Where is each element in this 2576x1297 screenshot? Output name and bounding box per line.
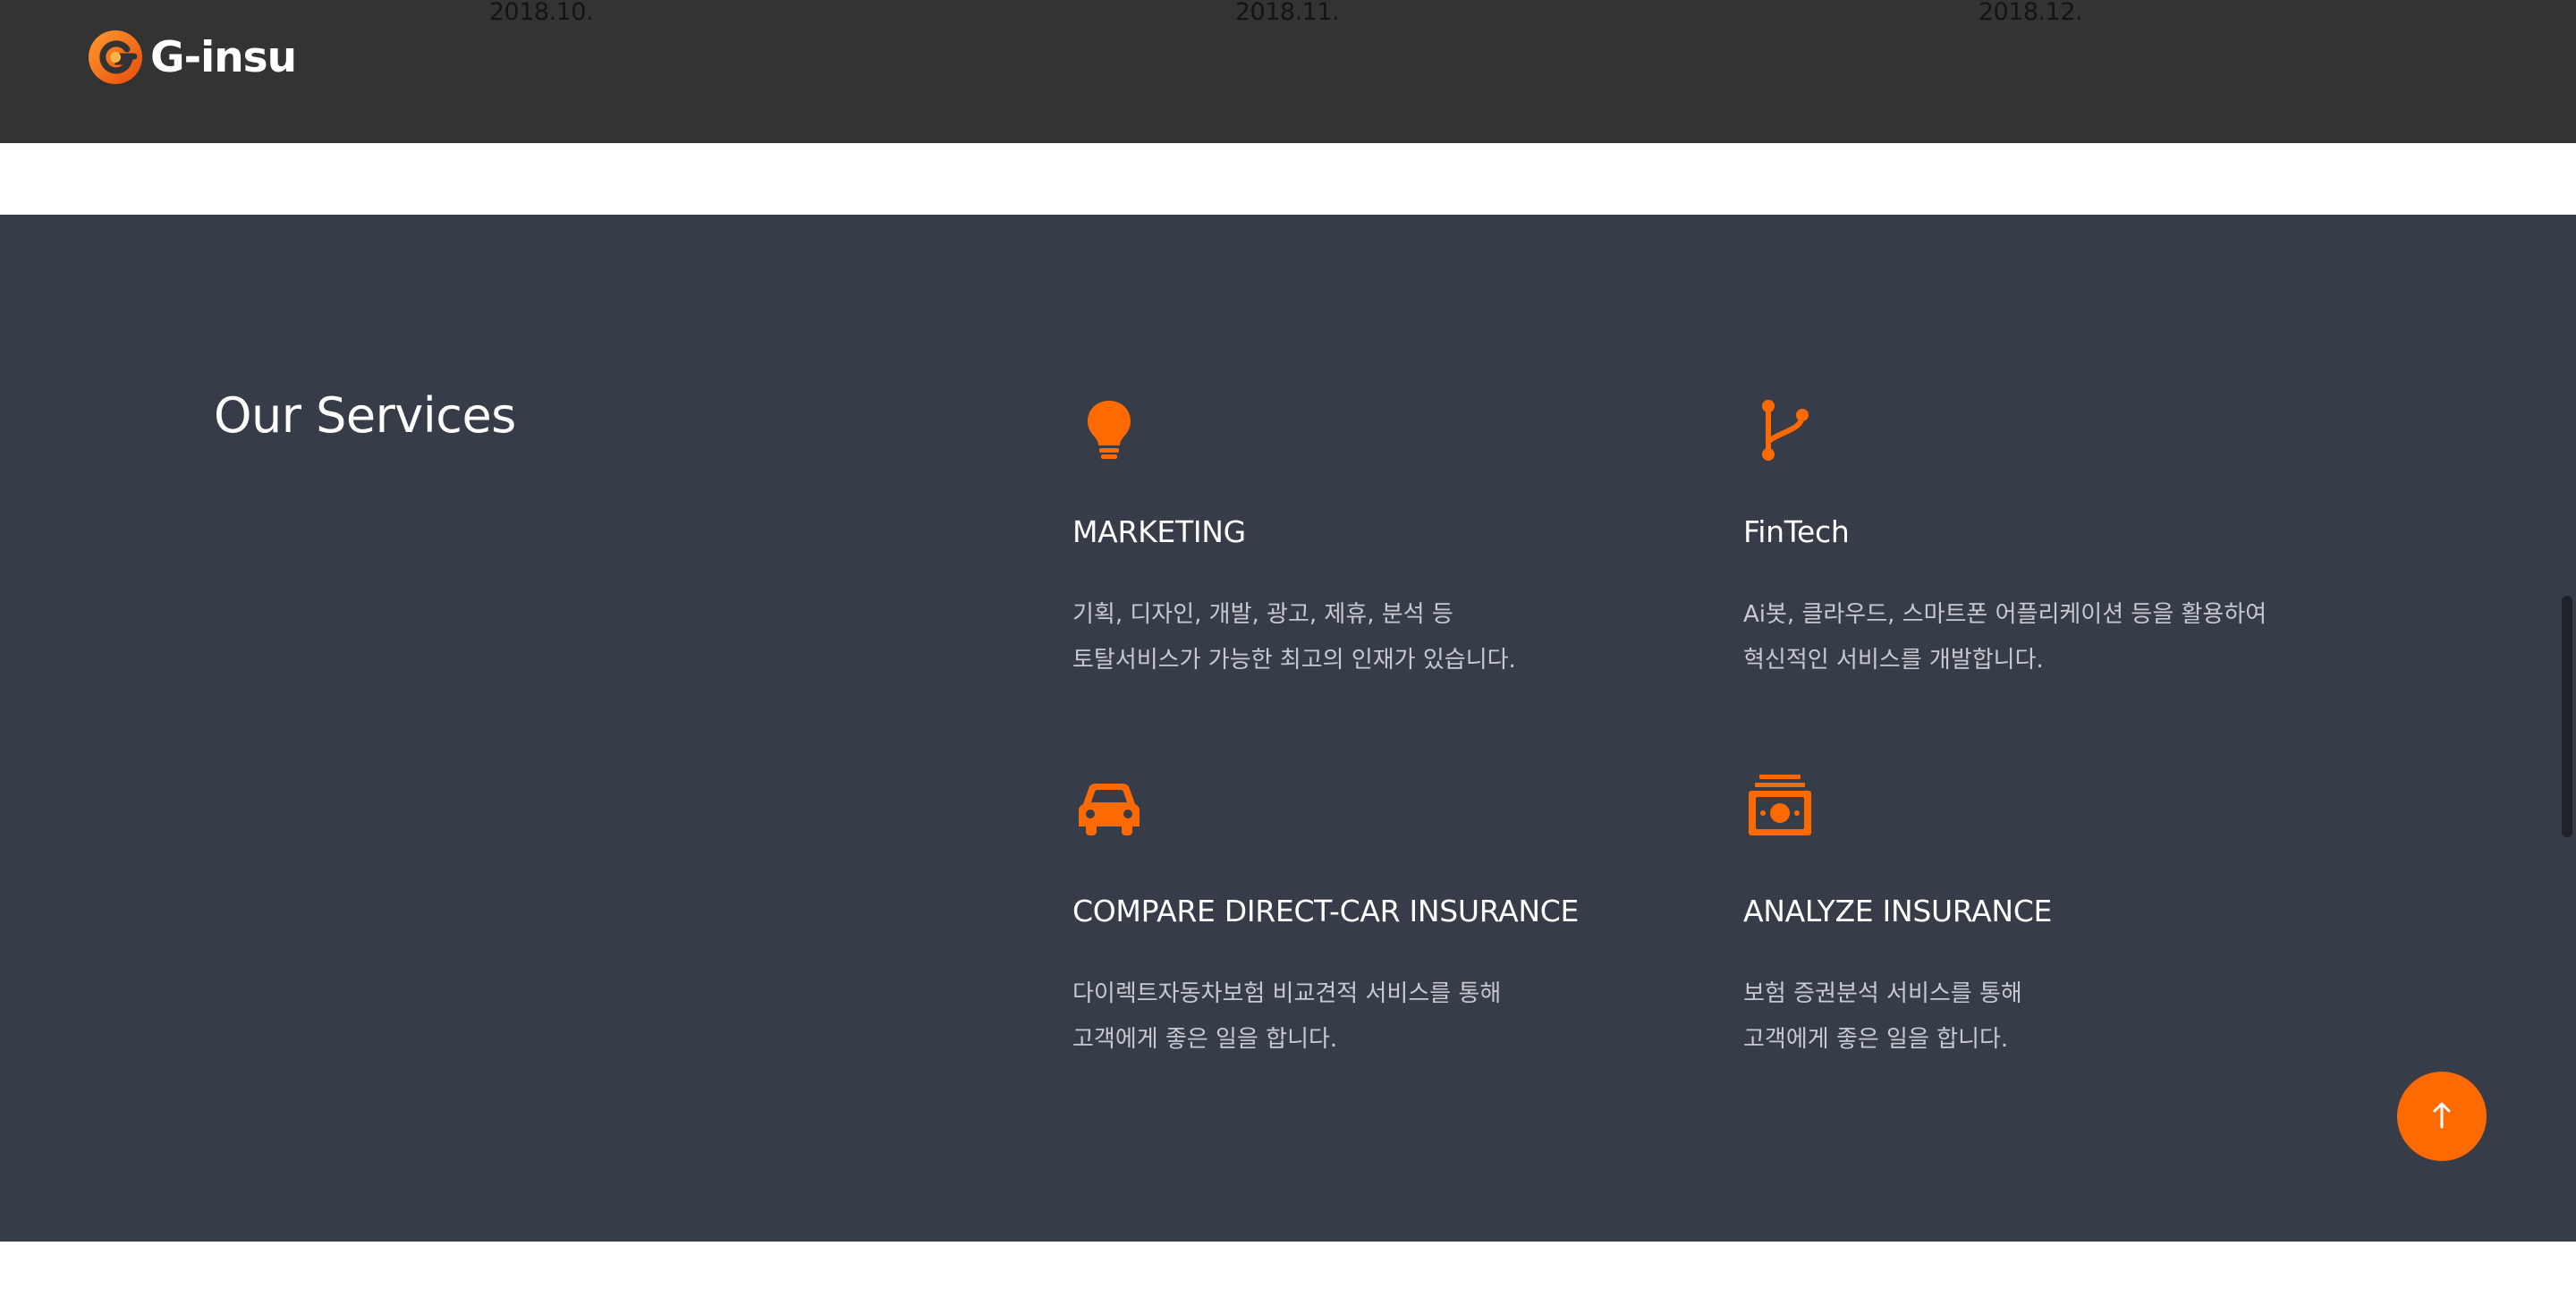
service-title: MARKETING: [1072, 514, 1246, 549]
spacer-band: [0, 143, 2576, 215]
service-description: 다이렉트자동차보험 비교견적 서비스를 통해 고객에게 좋은 일을 합니다.: [1072, 971, 1501, 1063]
site-header: 2018.10. 2018.11. 2018.12. G-insu: [0, 0, 2576, 143]
footer-spacer: [0, 1242, 2576, 1297]
timeline-date: 2018.10.: [488, 0, 594, 26]
description-line: 보험 증권분석 서비스를 통해: [1743, 980, 2022, 1007]
section-title: Our Services: [214, 387, 516, 444]
logo-text: G-insu: [150, 32, 297, 82]
logo-icon: [88, 30, 143, 85]
timeline-date: 2018.11.: [1234, 0, 1340, 26]
service-description: 보험 증권분석 서비스를 통해 고객에게 좋은 일을 합니다.: [1743, 971, 2022, 1063]
logo-link[interactable]: G-insu: [88, 27, 297, 88]
money-stack-icon: [1743, 775, 1824, 846]
description-line: 고객에게 좋은 일을 합니다.: [1743, 1026, 2009, 1053]
arrow-up-icon: [2424, 1098, 2460, 1136]
page-scrollbar[interactable]: [2562, 596, 2572, 837]
service-title: FinTech: [1743, 514, 1850, 549]
service-title: COMPARE DIRECT-CAR INSURANCE: [1072, 894, 1580, 928]
description-line: 토탈서비스가 가능한 최고의 인재가 있습니다.: [1072, 647, 1516, 674]
description-line: 기획, 디자인, 개발, 광고, 제휴, 분석 등: [1072, 601, 1453, 628]
description-line: Ai봇, 클라우드, 스마트폰 어플리케이션 등을 활용하여: [1743, 601, 2267, 628]
timeline-date: 2018.12.: [1978, 0, 2083, 26]
lightbulb-icon: [1072, 395, 1153, 467]
service-description: Ai봇, 클라우드, 스마트폰 어플리케이션 등을 활용하여 혁신적인 서비스를…: [1743, 592, 2267, 683]
description-line: 고객에게 좋은 일을 합니다.: [1072, 1026, 1338, 1053]
service-description: 기획, 디자인, 개발, 광고, 제휴, 분석 등 토탈서비스가 가능한 최고의…: [1072, 592, 1516, 683]
description-line: 혁신적인 서비스를 개발합니다.: [1743, 647, 2044, 674]
code-branch-icon: [1743, 395, 1824, 467]
scroll-to-top-button[interactable]: [2397, 1072, 2487, 1161]
car-icon: [1072, 775, 1153, 846]
service-title: ANALYZE INSURANCE: [1743, 894, 2053, 928]
services-section: Our Services MARKETING 기획, 디자인, 개발, 광고, …: [0, 215, 2576, 1242]
description-line: 다이렉트자동차보험 비교견적 서비스를 통해: [1072, 980, 1502, 1007]
